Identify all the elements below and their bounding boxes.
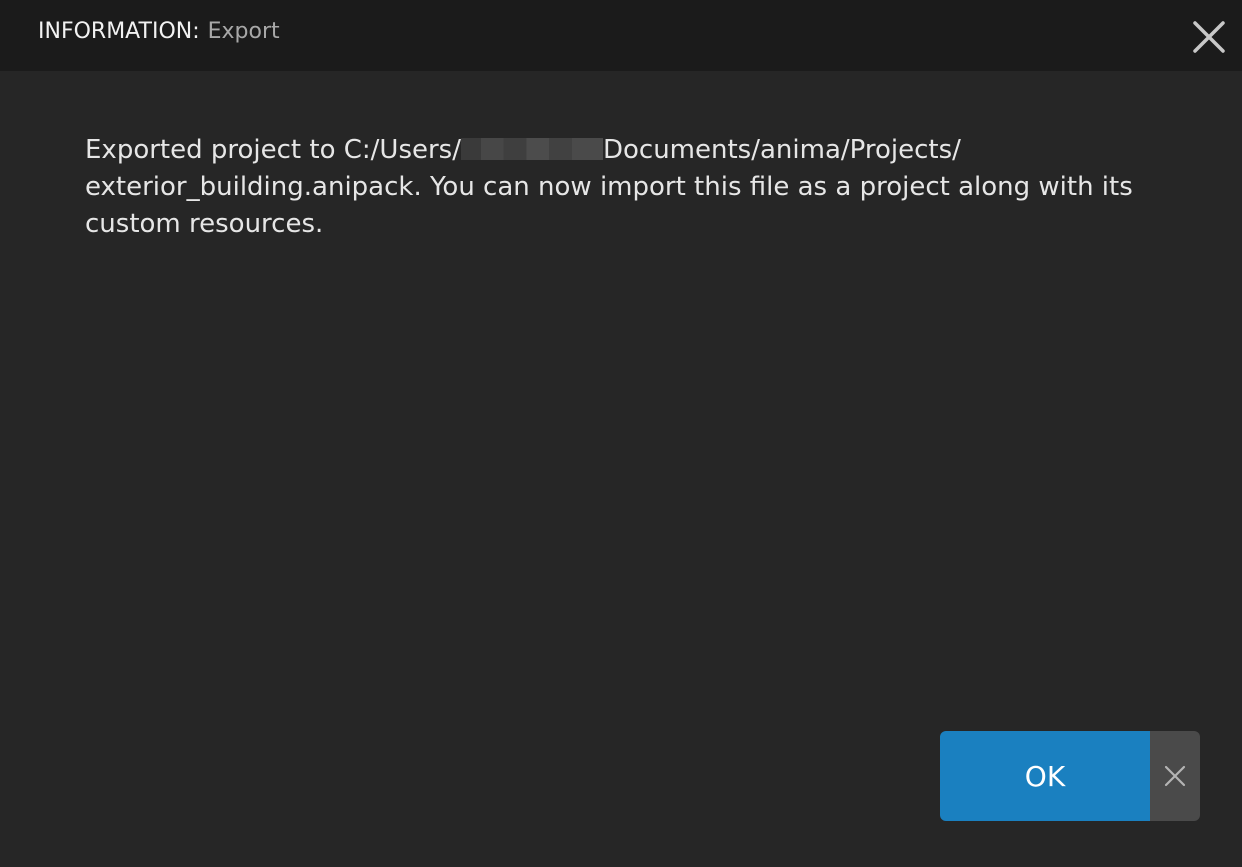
message-line-2: exterior_building.anipack. You can now i… xyxy=(85,172,1133,202)
message-line-3: custom resources. xyxy=(85,209,324,239)
close-button[interactable] xyxy=(1189,17,1229,57)
message-path-suffix: Documents/anima/Projects/ xyxy=(602,135,961,165)
export-information-dialog: INFORMATION: Export Exported project to C… xyxy=(0,0,1242,867)
dialog-message: Exported project to C:/Users/Documents/a… xyxy=(85,132,1185,243)
message-path-prefix: Exported project to C:/Users/ xyxy=(85,135,461,165)
message-line-1: Exported project to C:/Users/Documents/a… xyxy=(85,132,1185,169)
dialog-title: INFORMATION: Export xyxy=(38,18,280,46)
dialog-button-group: OK xyxy=(940,731,1200,821)
ok-button[interactable]: OK xyxy=(940,731,1150,821)
close-icon xyxy=(1193,21,1225,53)
dialog-titlebar: INFORMATION: Export xyxy=(0,0,1242,71)
dialog-title-label: INFORMATION: xyxy=(38,19,200,44)
dismiss-button[interactable] xyxy=(1150,731,1200,821)
redacted-username xyxy=(460,138,603,160)
close-icon xyxy=(1164,765,1186,787)
dialog-title-subtitle: Export xyxy=(207,19,280,44)
